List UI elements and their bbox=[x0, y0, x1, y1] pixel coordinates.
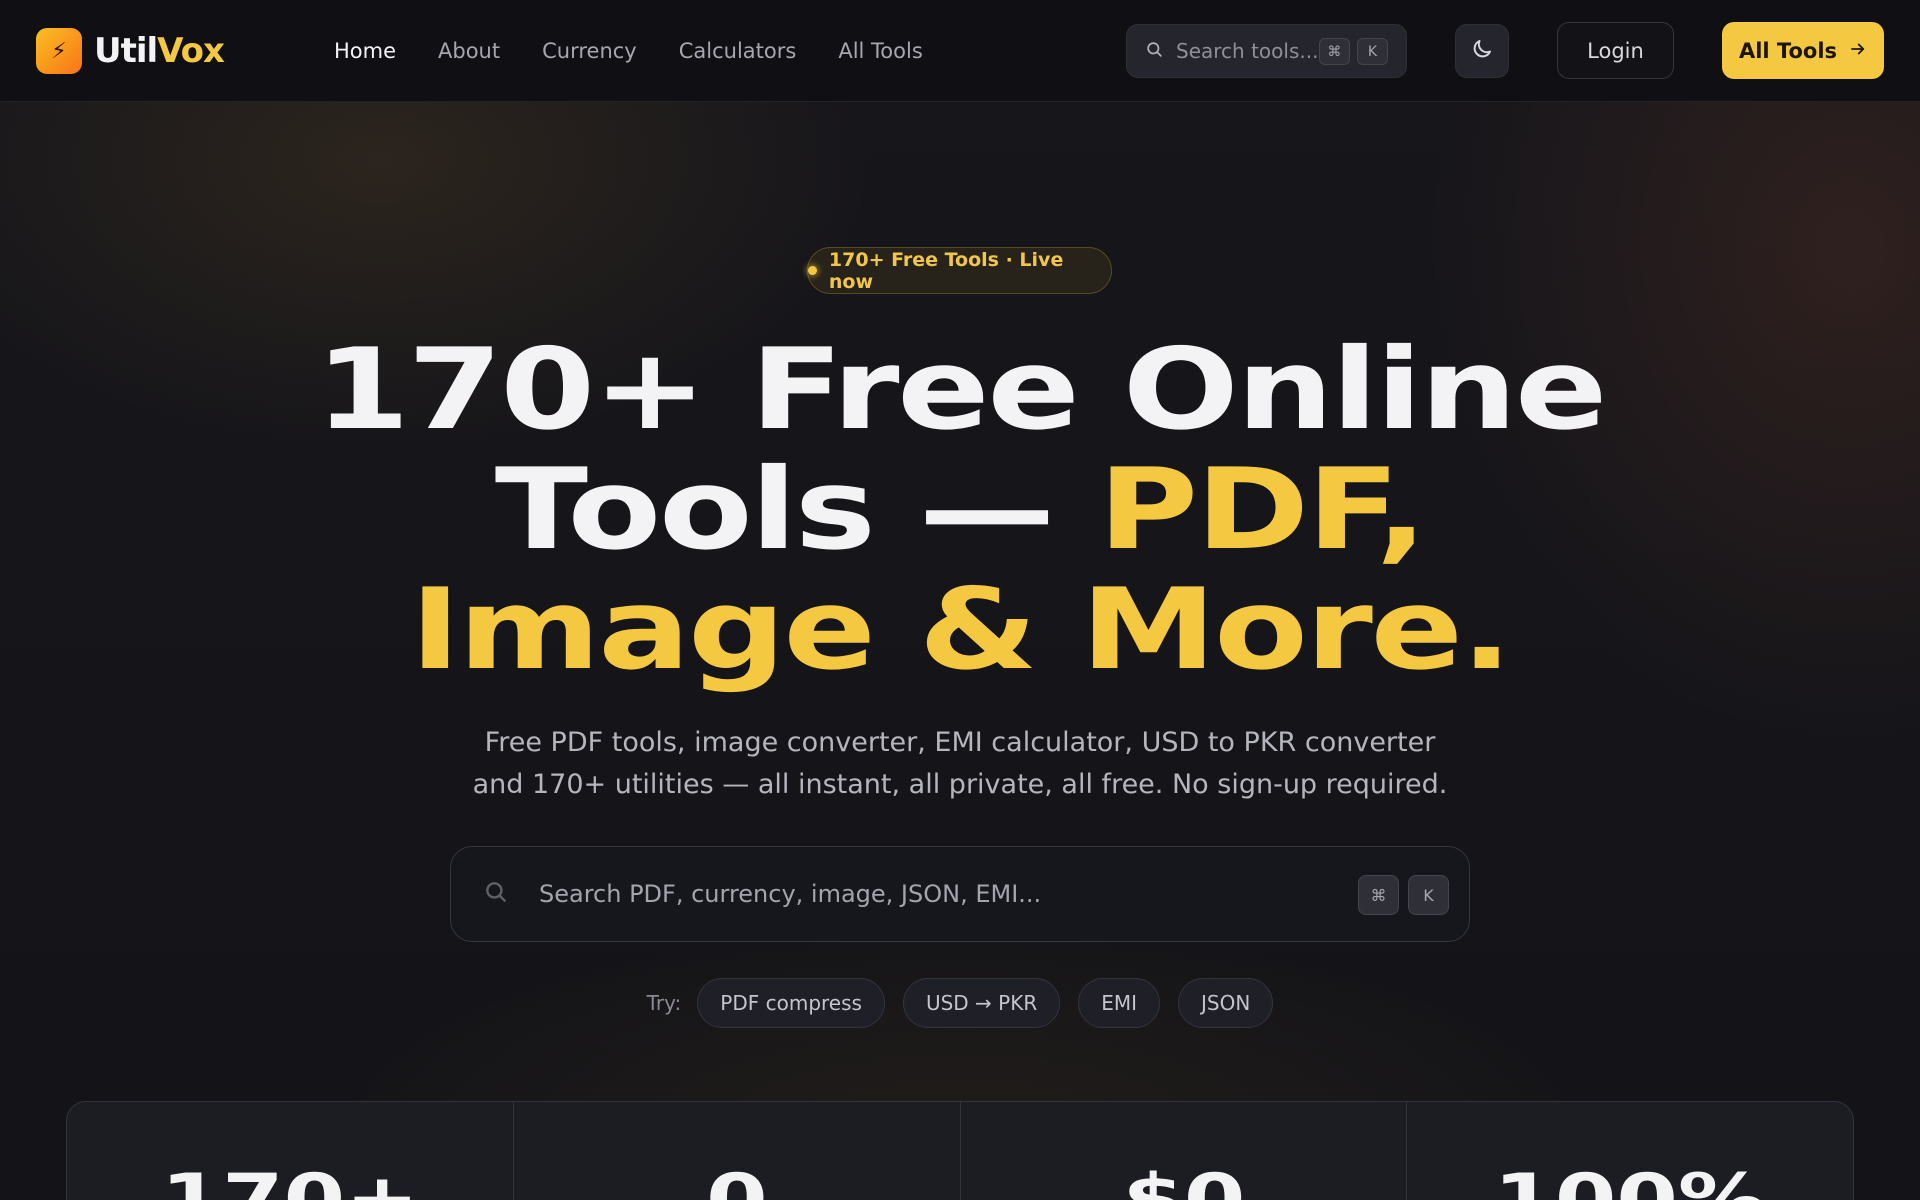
command-key-icon: ⌘ bbox=[1358, 875, 1399, 915]
hero-title-line-2-white: Tools — bbox=[494, 445, 1099, 575]
header-search-input[interactable]: Search tools... ⌘ K bbox=[1126, 24, 1407, 78]
stat-value: 0 bbox=[705, 1160, 768, 1200]
all-tools-button[interactable]: All Tools bbox=[1722, 22, 1884, 79]
header-search-shortcut: ⌘ K bbox=[1319, 38, 1388, 65]
hero-title: 170+ Free Online Tools — PDF, Image & Mo… bbox=[0, 330, 1920, 690]
main-nav: Home About Currency Calculators All Tool… bbox=[334, 34, 923, 68]
top-navbar: ⚡ Util Vox Home About Currency Calculator… bbox=[0, 0, 1920, 102]
live-badge: 170+ Free Tools · Live now bbox=[807, 247, 1112, 294]
header-search-placeholder: Search tools... bbox=[1176, 39, 1319, 63]
hero-section: 170+ Free Tools · Live now 170+ Free Onl… bbox=[0, 0, 1920, 1200]
try-chip-usd-pkr[interactable]: USD → PKR bbox=[902, 978, 1061, 1028]
hero-subtitle: Free PDF tools, image converter, EMI cal… bbox=[472, 727, 1448, 800]
try-chip-emi[interactable]: EMI bbox=[1078, 978, 1161, 1028]
hero-search-input[interactable]: Search PDF, currency, image, JSON, EMI..… bbox=[450, 846, 1470, 942]
nav-item-all-tools[interactable]: All Tools bbox=[838, 39, 922, 63]
moon-icon bbox=[1470, 37, 1494, 65]
all-tools-label: All Tools bbox=[1738, 38, 1838, 63]
brand-name-part2: Vox bbox=[157, 31, 225, 71]
k-key: K bbox=[1408, 875, 1449, 915]
stat-card-cost: $0 bbox=[961, 1102, 1408, 1200]
nav-item-calculators[interactable]: Calculators bbox=[679, 39, 797, 63]
hero-title-line-2: Tools — PDF, bbox=[0, 450, 1920, 570]
brand-logo[interactable]: Util Vox bbox=[94, 28, 225, 74]
stat-value: 170+ bbox=[160, 1160, 420, 1200]
k-key: K bbox=[1357, 38, 1388, 65]
hero-title-line-2-accent: PDF, bbox=[1098, 445, 1428, 575]
arrow-right-icon bbox=[1849, 39, 1867, 63]
hero-title-line-3: Image & More. bbox=[409, 565, 1513, 695]
status-dot-icon bbox=[808, 266, 817, 275]
hero-title-line-1: 170+ Free Online bbox=[314, 325, 1608, 455]
nav-item-home[interactable]: Home bbox=[334, 39, 396, 63]
try-suggestions: Try: PDF compress USD → PKR EMI JSON bbox=[0, 978, 1920, 1028]
hero-search-shortcut: ⌘ K bbox=[1358, 875, 1449, 915]
nav-item-about[interactable]: About bbox=[438, 39, 500, 63]
nav-item-currency[interactable]: Currency bbox=[542, 39, 637, 63]
stats-bar: 170+ 0 $0 100% bbox=[66, 1101, 1854, 1200]
stat-value: $0 bbox=[1121, 1160, 1245, 1200]
command-key-icon: ⌘ bbox=[1319, 38, 1350, 65]
stat-card-private: 100% bbox=[1407, 1102, 1853, 1200]
login-button[interactable]: Login bbox=[1557, 22, 1674, 79]
theme-toggle-button[interactable] bbox=[1455, 24, 1509, 78]
badge-text: 170+ Free Tools · Live now bbox=[828, 248, 1064, 293]
try-chip-pdf-compress[interactable]: PDF compress bbox=[697, 978, 885, 1028]
stat-card-signup: 0 bbox=[514, 1102, 961, 1200]
stat-card-tools: 170+ bbox=[67, 1102, 514, 1200]
search-icon bbox=[483, 879, 509, 909]
hero-search-placeholder: Search PDF, currency, image, JSON, EMI..… bbox=[539, 880, 1042, 908]
search-icon bbox=[1145, 40, 1164, 63]
lightning-bolt-icon[interactable]: ⚡ bbox=[36, 28, 82, 74]
try-chip-json[interactable]: JSON bbox=[1178, 978, 1274, 1028]
try-label: Try: bbox=[646, 991, 682, 1015]
stat-value: 100% bbox=[1493, 1160, 1767, 1200]
brand-name-part1: Util bbox=[94, 31, 158, 71]
